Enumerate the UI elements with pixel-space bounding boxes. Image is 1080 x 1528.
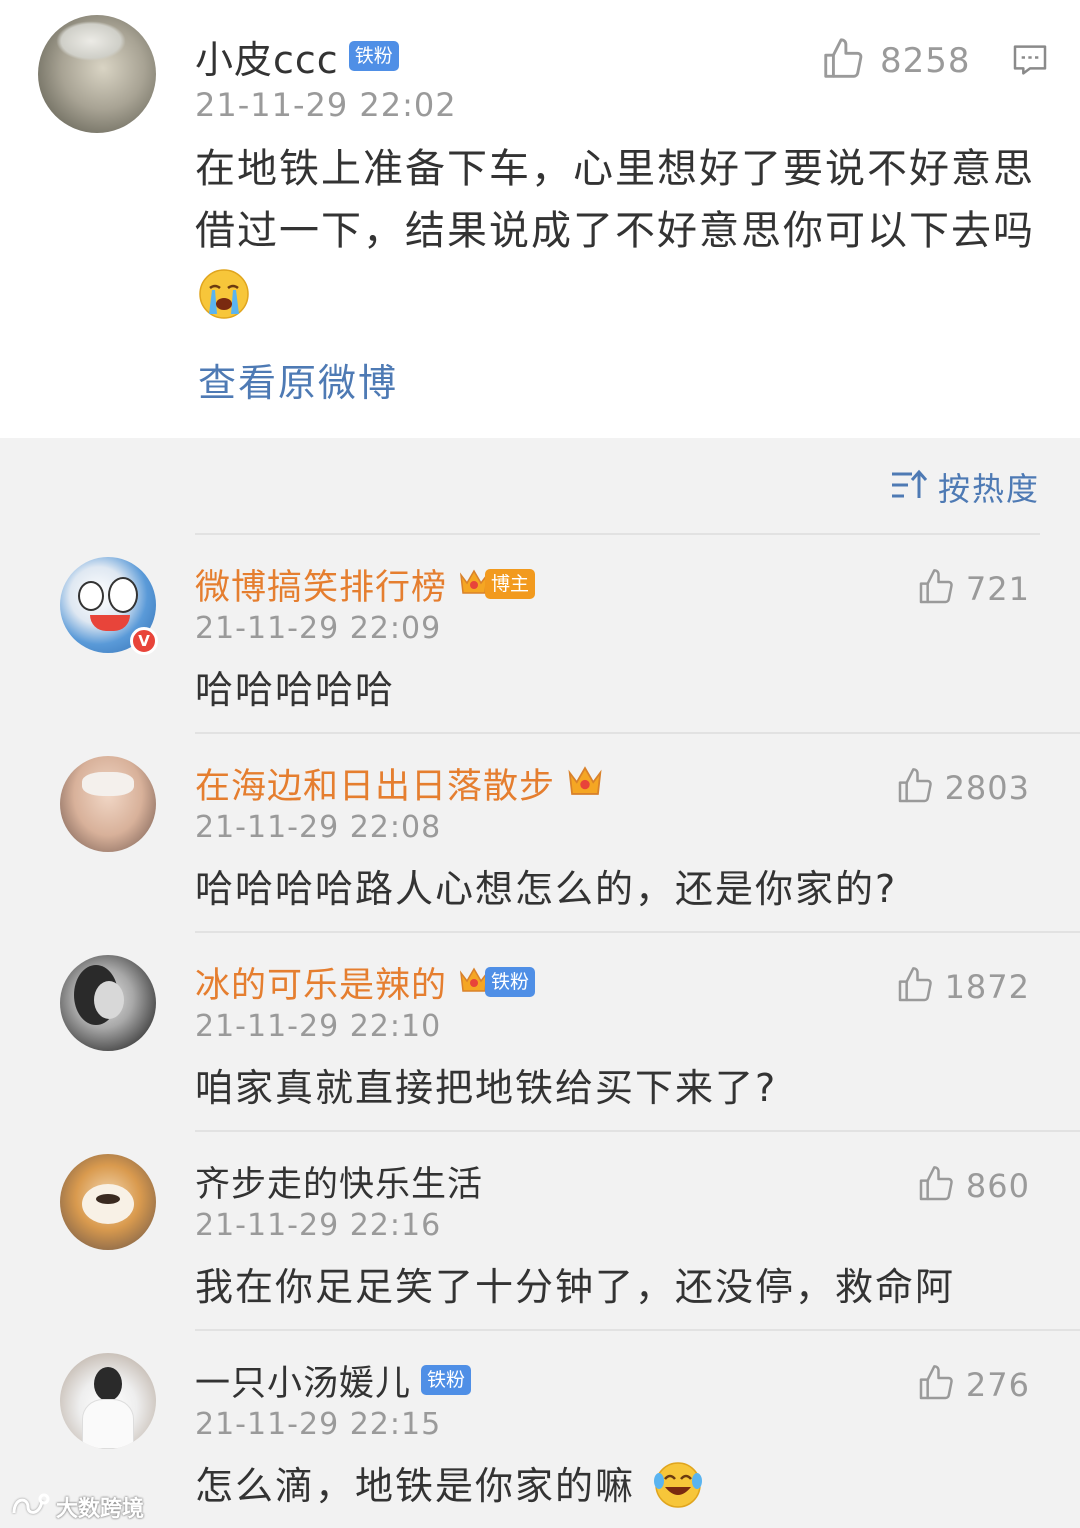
comment-like-button[interactable]: 1872 [895,965,1030,1009]
comment-time: 21-11-29 22:09 [195,611,442,646]
watermark-text: 大数跨境 [56,1497,145,1522]
crown-icon [565,761,605,805]
comment-like-button[interactable]: 721 [916,567,1030,611]
comment-item: 冰的可乐是辣的 铁粉 21-11-29 22:10 咱家真就直接把地铁给买下来了… [0,933,1080,1132]
post-like-count: 8258 [880,41,971,81]
commenter-name[interactable]: 一只小汤媛儿 [195,1355,411,1406]
comment-time: 21-11-29 22:08 [195,810,442,845]
comment-time: 21-11-29 22:10 [195,1009,442,1044]
comment-like-button[interactable]: 2803 [895,766,1030,810]
laughing-crying-face-icon [651,1459,705,1518]
crying-face-icon [198,268,250,324]
fan-badge: 铁粉 [348,41,399,71]
main-post: 小皮ccc 铁粉 21-11-29 22:02 8258 在地铁上准备下车，心里… [0,0,1080,438]
comment-item: 齐步走的快乐生活 21-11-29 22:16 我在你足足笑了十分钟了，还没停，… [0,1132,1080,1331]
thumbs-up-icon [916,1363,956,1407]
commenter-avatar[interactable] [60,756,156,852]
post-like-button[interactable]: 8258 [820,36,971,86]
commenter-name[interactable]: 在海边和日出日落散步 [195,758,555,809]
blogger-tag: 博主 [485,569,536,599]
commenter-name[interactable]: 微博搞笑排行榜 [195,559,447,610]
post-time: 21-11-29 22:02 [195,86,457,124]
comment-text: 哈哈哈哈哈 [195,668,396,712]
comment-like-count: 1872 [944,968,1030,1006]
comment-icon[interactable] [1010,40,1050,84]
commenter-name[interactable]: 齐步走的快乐生活 [195,1156,483,1207]
thumbs-up-icon [895,965,935,1009]
comment-item: 一只小汤媛儿 铁粉 21-11-29 22:15 怎么滴，地铁是你家的嘛 276 [0,1331,1080,1528]
fan-badge: 铁粉 [485,967,536,997]
comment-item: 在海边和日出日落散步 21-11-29 22:08 哈哈哈哈路人心想怎么的，还是… [0,734,1080,933]
comment-like-count: 860 [965,1167,1030,1205]
comment-like-button[interactable]: 276 [916,1363,1030,1407]
sort-icon [890,468,928,506]
fan-badge: 铁粉 [421,1365,472,1395]
commenter-avatar[interactable] [60,1353,156,1449]
author-name[interactable]: 小皮ccc [195,29,339,84]
thumbs-up-icon [916,567,956,611]
commenter-name[interactable]: 冰的可乐是辣的 [195,957,447,1008]
comment-like-count: 276 [965,1366,1030,1404]
commenter-row: 一只小汤媛儿 铁粉 [195,1355,472,1406]
author-avatar[interactable] [38,15,156,133]
comment-like-count: 721 [965,570,1030,608]
commenter-row: 在海边和日出日落散步 [195,758,605,808]
comment-like-count: 2803 [944,769,1030,807]
watermark: 大数跨境 [10,1490,144,1524]
commenter-avatar[interactable] [60,1154,156,1250]
thumbs-up-icon [895,766,935,810]
comment-time: 21-11-29 22:16 [195,1208,442,1243]
sort-label: 按热度 [938,470,1041,508]
thumbs-up-icon [916,1164,956,1208]
post-text: 在地铁上准备下车，心里想好了要说不好意思借过一下，结果说成了不好意思你可以下去吗 [195,146,1035,254]
crown-badge: 铁粉 [457,963,536,1001]
thumbs-up-icon [820,36,866,86]
comment-time: 21-11-29 22:15 [195,1407,442,1442]
comment-text: 我在你足足笑了十分钟了，还没停，救命阿 [195,1265,956,1309]
commenter-row: 微博搞笑排行榜 博主 [195,559,536,610]
comment-item: V 微博搞笑排行榜 博主 21-11-29 22:09 哈哈哈哈哈 721 [0,535,1080,734]
watermark-logo-icon [10,1491,50,1523]
comment-text: 哈哈哈哈路人心想怎么的，还是你家的? [195,867,898,911]
comment-like-button[interactable]: 860 [916,1164,1030,1208]
commenter-avatar[interactable]: V [60,557,158,655]
commenter-row: 齐步走的快乐生活 [195,1156,483,1206]
crown-badge [565,761,605,805]
comment-text: 咱家真就直接把地铁给买下来了? [195,1066,778,1110]
verified-badge: V [130,627,158,655]
view-original-link[interactable]: 查看原微博 [198,352,398,407]
author-row: 小皮ccc 铁粉 [195,30,399,82]
sort-by-hot-button[interactable]: 按热度 [890,462,1040,512]
comment-text: 怎么滴，地铁是你家的嘛 [195,1455,705,1518]
comment-text-content: 怎么滴，地铁是你家的嘛 [195,1464,636,1508]
commenter-row: 冰的可乐是辣的 铁粉 [195,957,536,1008]
crown-badge: 博主 [457,565,536,603]
commenter-avatar[interactable] [60,955,156,1051]
